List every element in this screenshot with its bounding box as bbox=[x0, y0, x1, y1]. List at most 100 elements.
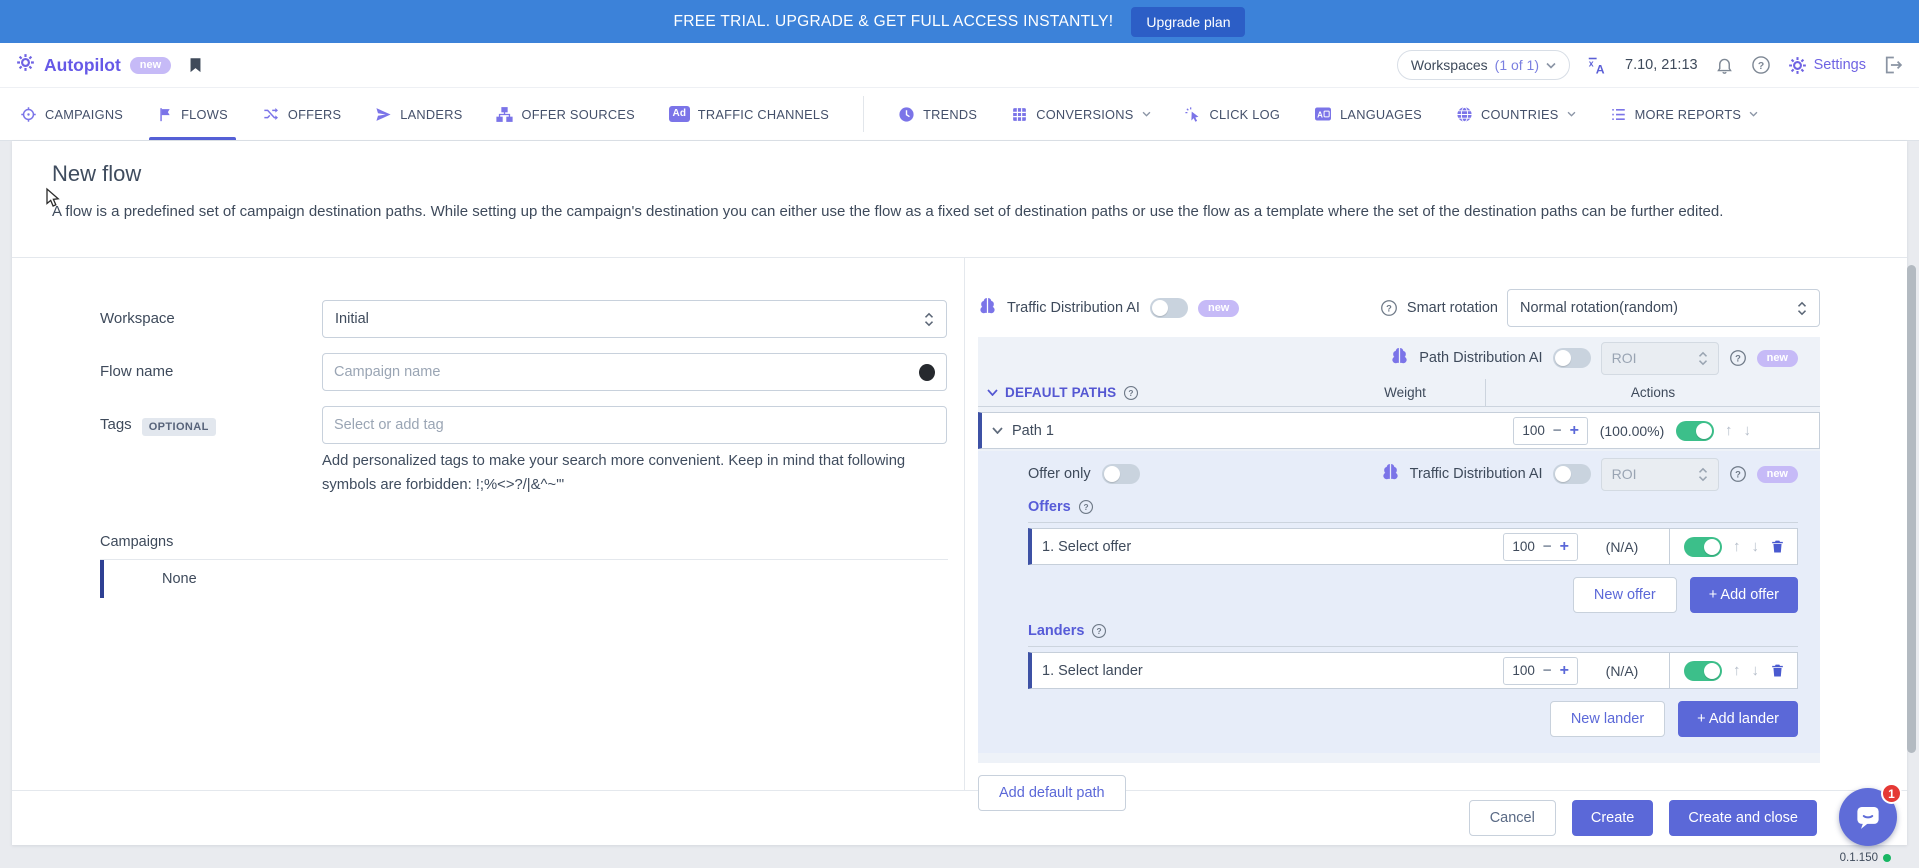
trial-banner-text: FREE TRIAL. UPGRADE & GET FULL ACCESS IN… bbox=[674, 13, 1114, 31]
help-icon[interactable]: ? bbox=[1729, 349, 1747, 367]
weight-decrease-button[interactable]: − bbox=[1553, 422, 1562, 439]
chat-widget-button[interactable]: 1 bbox=[1839, 788, 1897, 846]
help-icon[interactable]: ? bbox=[1751, 55, 1771, 75]
move-up-button[interactable]: ↑ bbox=[1725, 423, 1733, 438]
move-down-button[interactable]: ↓ bbox=[1752, 539, 1760, 554]
logout-icon[interactable] bbox=[1883, 55, 1903, 75]
weight-increase-button[interactable]: + bbox=[1570, 422, 1579, 440]
nav-item-trends[interactable]: TRENDS bbox=[898, 88, 977, 140]
add-offer-button[interactable]: + Add offer bbox=[1690, 577, 1798, 613]
lander-weight-value: 100 bbox=[1512, 663, 1535, 678]
nav-item-conversions[interactable]: CONVERSIONS bbox=[1011, 88, 1150, 140]
scrollbar[interactable] bbox=[1907, 265, 1916, 753]
nav-item-click-log[interactable]: CLICK LOG bbox=[1185, 88, 1281, 140]
nav-item-campaigns[interactable]: CAMPAIGNS bbox=[20, 88, 123, 140]
roi-select[interactable]: ROI bbox=[1601, 458, 1719, 491]
create-and-close-button[interactable]: Create and close bbox=[1669, 800, 1817, 836]
help-icon[interactable]: ? bbox=[1091, 623, 1107, 639]
nav-item-landers[interactable]: LANDERS bbox=[375, 88, 462, 140]
trash-icon[interactable] bbox=[1770, 538, 1785, 555]
language-square-icon: A bbox=[1314, 106, 1332, 122]
offer-weight-stepper[interactable]: 100 − + bbox=[1503, 533, 1578, 561]
move-down-button[interactable]: ↓ bbox=[1752, 663, 1760, 678]
globe-icon bbox=[1456, 106, 1473, 123]
nav-item-more-reports[interactable]: MORE REPORTS bbox=[1610, 88, 1759, 140]
add-lander-button[interactable]: + Add lander bbox=[1678, 701, 1798, 737]
path-row[interactable]: Path 1 100 − + (100.00%) ↑ ↓ bbox=[978, 412, 1820, 449]
lander-weight-stepper[interactable]: 100 − + bbox=[1503, 657, 1578, 685]
nav-item-traffic-channels[interactable]: Ad TRAFFIC CHANNELS bbox=[669, 88, 829, 140]
content-columns: Workspace Initial Flow name bbox=[12, 258, 1907, 790]
help-icon[interactable]: ? bbox=[1078, 499, 1094, 515]
weight-increase-button[interactable]: + bbox=[1560, 538, 1569, 556]
click-cursor-icon bbox=[1185, 106, 1202, 123]
traffic-ai-label: Traffic Distribution AI bbox=[1007, 300, 1140, 316]
lander-row[interactable]: 1. Select lander 100 − + (N/A) bbox=[1028, 652, 1798, 689]
paths-table-header: DEFAULT PATHS ? Weight Actions bbox=[978, 379, 1820, 407]
default-paths-toggle[interactable]: DEFAULT PATHS ? bbox=[987, 385, 1325, 401]
move-up-button[interactable]: ↑ bbox=[1733, 663, 1741, 678]
select-arrows-icon bbox=[1698, 467, 1708, 482]
chevron-down-icon bbox=[1142, 111, 1151, 117]
bell-icon[interactable] bbox=[1715, 55, 1734, 75]
bookmark-icon[interactable] bbox=[187, 55, 204, 75]
svg-text:?: ? bbox=[1735, 353, 1741, 363]
create-button[interactable]: Create bbox=[1572, 800, 1654, 836]
roi-select[interactable]: ROI bbox=[1601, 342, 1719, 375]
workspaces-selector[interactable]: Workspaces (1 of 1) bbox=[1397, 50, 1570, 80]
chevron-down-icon[interactable] bbox=[992, 427, 1003, 434]
add-default-path-button[interactable]: Add default path bbox=[978, 775, 1126, 811]
help-icon[interactable]: ? bbox=[1123, 385, 1139, 401]
help-icon[interactable]: ? bbox=[1380, 299, 1398, 317]
offer-weight-value: 100 bbox=[1512, 539, 1535, 554]
landers-title: Landers bbox=[1028, 623, 1084, 639]
mouse-cursor bbox=[43, 187, 62, 216]
workspaces-label: Workspaces bbox=[1411, 57, 1488, 73]
weight-decrease-button[interactable]: − bbox=[1543, 538, 1552, 555]
select-arrows-icon bbox=[1797, 301, 1807, 316]
translate-icon[interactable]: xA bbox=[1587, 55, 1608, 76]
new-offer-button[interactable]: New offer bbox=[1573, 577, 1677, 613]
path-traffic-ai-toggle[interactable] bbox=[1553, 464, 1591, 484]
campaigns-value: None bbox=[162, 571, 197, 587]
tags-input[interactable] bbox=[334, 417, 935, 433]
default-paths-panel: Path Distribution AI ROI ? new bbox=[978, 337, 1820, 763]
nav-item-countries[interactable]: COUNTRIES bbox=[1456, 88, 1576, 140]
lander-enabled-toggle[interactable] bbox=[1684, 661, 1722, 681]
workspace-select[interactable]: Initial bbox=[322, 300, 947, 338]
flow-name-input[interactable] bbox=[334, 364, 919, 380]
offer-enabled-toggle[interactable] bbox=[1684, 537, 1722, 557]
move-up-button[interactable]: ↑ bbox=[1733, 539, 1741, 554]
move-down-button[interactable]: ↓ bbox=[1744, 423, 1752, 438]
svg-text:?: ? bbox=[1097, 626, 1102, 636]
weight-increase-button[interactable]: + bbox=[1560, 662, 1569, 680]
weight-decrease-button[interactable]: − bbox=[1543, 662, 1552, 679]
nav-item-languages[interactable]: A LANGUAGES bbox=[1314, 88, 1422, 140]
settings-label: Settings bbox=[1814, 57, 1866, 73]
nav-item-flows[interactable]: FLOWS bbox=[157, 88, 228, 140]
upgrade-plan-button[interactable]: Upgrade plan bbox=[1131, 7, 1245, 37]
path-ai-toggle[interactable] bbox=[1553, 348, 1591, 368]
brand-logo[interactable]: Autopilot new bbox=[16, 53, 171, 77]
settings-button[interactable]: Settings bbox=[1788, 56, 1866, 75]
brand-gears-icon bbox=[16, 53, 35, 77]
nav-item-offers[interactable]: OFFERS bbox=[262, 88, 341, 140]
status-dot bbox=[1883, 854, 1891, 862]
cancel-button[interactable]: Cancel bbox=[1469, 800, 1556, 836]
page-title: New flow bbox=[52, 161, 1867, 187]
help-icon[interactable]: ? bbox=[1729, 465, 1747, 483]
nav-item-offer-sources[interactable]: OFFER SOURCES bbox=[496, 88, 634, 140]
smart-rotation-select[interactable]: Normal rotation(random) bbox=[1507, 289, 1820, 327]
path-enabled-toggle[interactable] bbox=[1676, 421, 1714, 441]
shuffle-icon bbox=[262, 106, 280, 122]
trash-icon[interactable] bbox=[1770, 662, 1785, 679]
svg-text:A: A bbox=[1317, 110, 1323, 119]
path-weight-stepper[interactable]: 100 − + bbox=[1513, 417, 1588, 445]
offer-row[interactable]: 1. Select offer 100 − + (N/A) bbox=[1028, 528, 1798, 565]
new-lander-button[interactable]: New lander bbox=[1550, 701, 1665, 737]
divider bbox=[1669, 653, 1670, 689]
offer-only-toggle[interactable] bbox=[1102, 464, 1140, 484]
svg-text:?: ? bbox=[1757, 61, 1763, 72]
new-flow-card: New flow A flow is a predefined set of c… bbox=[12, 141, 1907, 845]
traffic-ai-toggle[interactable] bbox=[1150, 298, 1188, 318]
